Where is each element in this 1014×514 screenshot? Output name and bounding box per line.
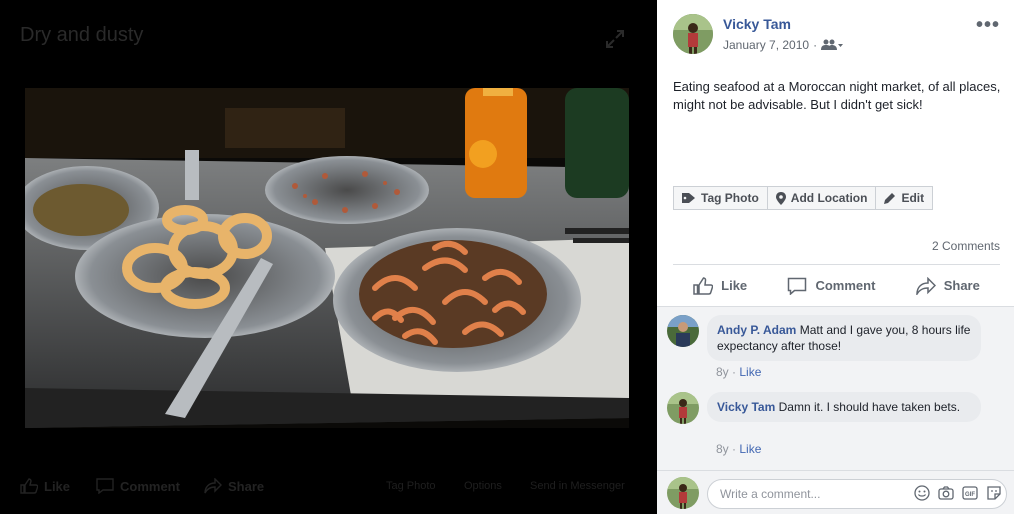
viewer-share-label: Share (228, 478, 265, 494)
avatar-image (667, 392, 699, 424)
food-photo (25, 88, 629, 428)
comment-age[interactable]: 8y (716, 365, 729, 379)
viewer-options-link[interactable]: Options (464, 480, 502, 492)
comment-button[interactable]: Comment (787, 277, 875, 295)
svg-text:GIF: GIF (965, 492, 975, 498)
tag-photo-label: Tag Photo (701, 191, 759, 205)
comment-icon (788, 277, 807, 295)
thumbs-up-icon (20, 478, 38, 494)
viewer-comment-button[interactable]: Comment (96, 478, 180, 494)
post-meta: January 7, 2010 · (723, 38, 844, 52)
comments-count[interactable]: 2 Comments (932, 239, 1000, 253)
share-icon (204, 478, 222, 494)
comment-like-link[interactable]: Like (739, 365, 761, 379)
meta-separator: · (813, 38, 818, 52)
post-action-bar: Like Comment Share (673, 264, 1000, 306)
friends-audience-icon[interactable] (821, 39, 844, 51)
more-options-icon[interactable]: ••• (976, 14, 1000, 37)
photo-actions-row: Tag Photo Add Location Edit (673, 186, 934, 210)
post-panel: Vicky Tam January 7, 2010 · ••• Eating s… (657, 0, 1014, 514)
current-user-avatar[interactable] (667, 477, 699, 509)
viewer-share-button[interactable]: Share (204, 478, 264, 494)
comment-label: Comment (815, 278, 876, 293)
avatar-image (667, 315, 699, 347)
comments-list: Andy P. Adam Matt and I gave you, 8 hour… (657, 306, 1014, 470)
album-title: Dry and dusty (20, 24, 144, 46)
fullscreen-icon[interactable] (604, 28, 626, 50)
edit-button[interactable]: Edit (876, 186, 934, 210)
add-location-label: Add Location (790, 191, 868, 205)
thumbs-up-icon (693, 276, 714, 295)
location-pin-icon (775, 191, 786, 205)
edit-label: Edit (901, 191, 925, 205)
comment-bubble: Vicky Tam Damn it. I should have taken b… (707, 392, 981, 422)
comment-author[interactable]: Andy P. Adam (717, 323, 796, 337)
composer-icons: GIF (914, 485, 1002, 501)
viewer-like-label: Like (44, 478, 71, 494)
pencil-icon (884, 193, 896, 204)
camera-icon[interactable] (938, 485, 954, 501)
comment-age[interactable]: 8y (716, 442, 729, 456)
viewer-tag-photo-link[interactable]: Tag Photo (386, 480, 436, 492)
post-date[interactable]: January 7, 2010 (723, 38, 809, 52)
viewer-comment-label: Comment (120, 478, 180, 494)
share-icon (915, 276, 936, 295)
viewer-send-in-messenger-link[interactable]: Send in Messenger (530, 480, 625, 492)
comment-meta: 8y · Like (716, 442, 762, 456)
emoji-icon[interactable] (914, 485, 930, 501)
gif-icon[interactable]: GIF (962, 485, 978, 501)
author-avatar[interactable] (673, 14, 713, 54)
commenter-avatar[interactable] (667, 315, 699, 347)
tag-icon (682, 193, 695, 203)
tag-photo-button[interactable]: Tag Photo (673, 186, 768, 210)
comment-composer: GIF (657, 470, 1014, 514)
share-label: Share (943, 278, 980, 293)
comment-like-link[interactable]: Like (739, 442, 761, 456)
comment-text: Damn it. I should have taken bets. (778, 400, 961, 414)
add-location-button[interactable]: Add Location (767, 186, 877, 210)
author-name[interactable]: Vicky Tam (723, 16, 791, 32)
avatar-image (667, 477, 699, 509)
like-label: Like (721, 278, 748, 293)
avatar-image (673, 14, 713, 54)
viewer-like-button[interactable]: Like (20, 478, 70, 494)
post-caption: Eating seafood at a Moroccan night marke… (673, 79, 1001, 112)
share-button[interactable]: Share (915, 276, 980, 295)
comment-meta: 8y · Like (716, 365, 762, 379)
comment-icon (96, 478, 114, 494)
like-button[interactable]: Like (693, 276, 748, 295)
commenter-avatar[interactable] (667, 392, 699, 424)
sticker-icon[interactable] (986, 485, 1002, 501)
photo-viewer: Dry and dusty Like Comment Share Tag Pho… (0, 0, 657, 514)
viewer-action-bar: Like Comment Share Tag Photo Options Sen… (0, 470, 657, 504)
comment-author[interactable]: Vicky Tam (717, 400, 775, 414)
comment-bubble: Andy P. Adam Matt and I gave you, 8 hour… (707, 315, 981, 361)
